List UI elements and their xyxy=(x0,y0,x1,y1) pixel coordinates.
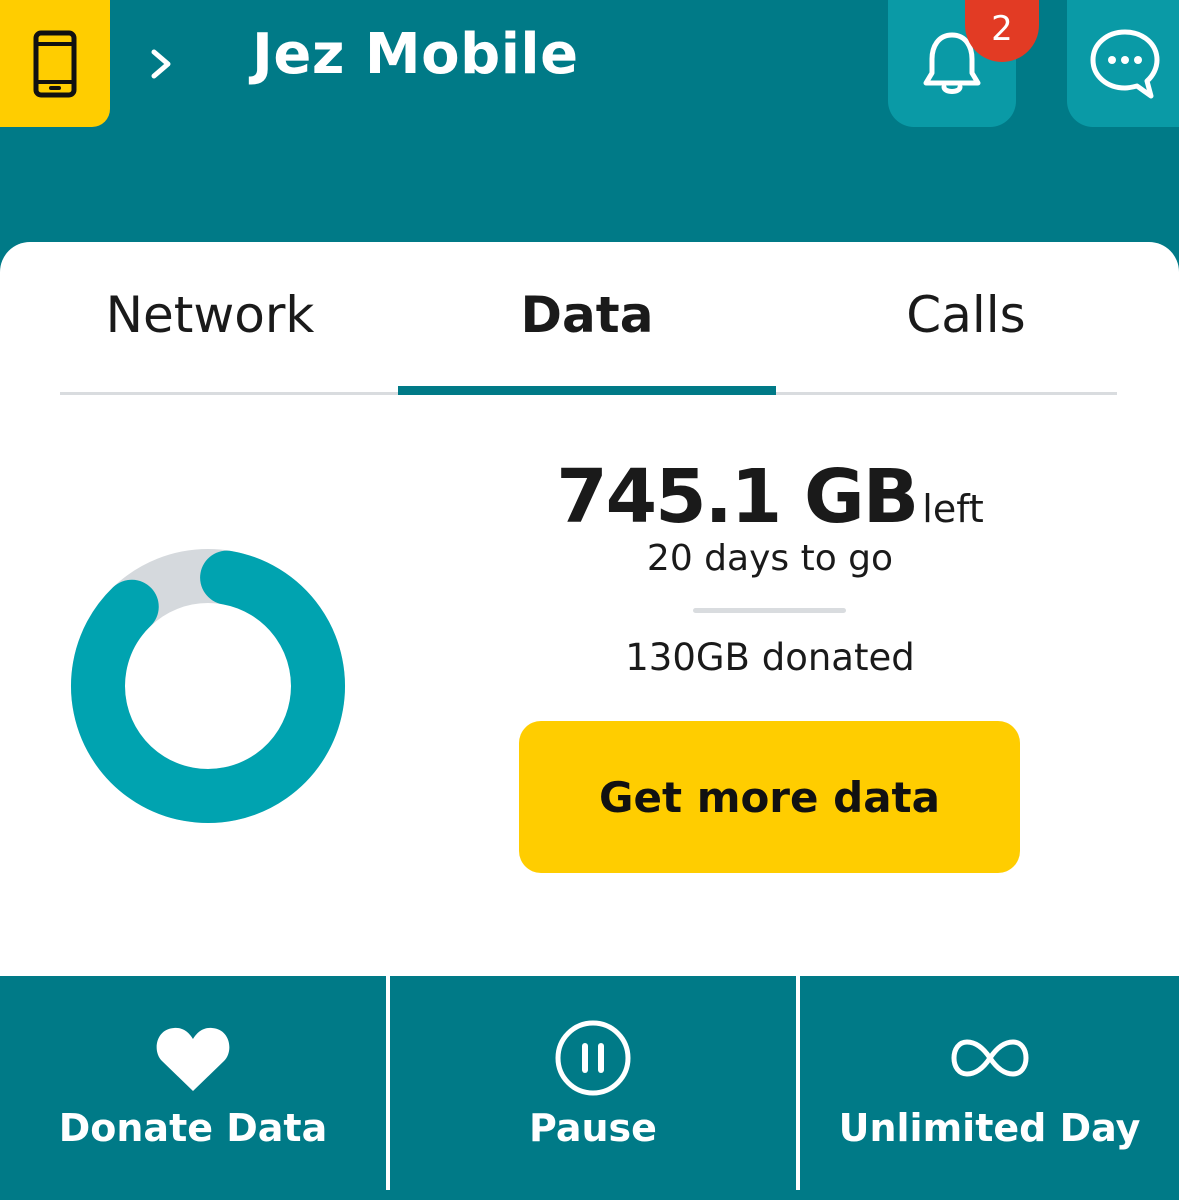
unlimited-day-label: Unlimited Day xyxy=(838,1106,1141,1150)
chat-bubble-icon xyxy=(1090,29,1160,98)
data-remaining-suffix: left xyxy=(922,487,984,531)
heart-icon xyxy=(156,1027,230,1091)
phone-icon xyxy=(33,30,77,97)
pause-button[interactable]: Pause xyxy=(386,976,796,1190)
tab-calls[interactable]: Calls xyxy=(776,286,1156,344)
data-usage-ring xyxy=(71,549,345,823)
data-remaining: 745.1 GB left xyxy=(500,454,1040,540)
pause-label: Pause xyxy=(529,1106,657,1150)
tab-data[interactable]: Data xyxy=(398,286,776,344)
tab-bar: Network Data Calls xyxy=(0,242,1179,395)
divider xyxy=(693,608,846,613)
account-name: Jez Mobile xyxy=(252,22,579,87)
quick-actions: Donate Data Pause Unlimited Day xyxy=(0,976,1179,1200)
donate-data-button[interactable]: Donate Data xyxy=(0,976,386,1190)
infinity-icon xyxy=(950,1039,1029,1077)
data-remaining-amount: 745.1 GB xyxy=(556,454,919,540)
chat-button[interactable] xyxy=(1067,0,1179,127)
days-remaining: 20 days to go xyxy=(646,538,894,579)
get-more-data-button[interactable]: Get more data xyxy=(519,721,1020,873)
pause-icon xyxy=(555,1020,631,1096)
tab-active-indicator xyxy=(398,386,776,395)
donate-data-label: Donate Data xyxy=(58,1106,328,1150)
chevron-right-icon[interactable] xyxy=(148,44,176,84)
donated-amount: 130GB donated xyxy=(625,636,915,679)
device-switch-button[interactable] xyxy=(0,0,110,127)
unlimited-day-button[interactable]: Unlimited Day xyxy=(796,976,1179,1190)
tab-network[interactable]: Network xyxy=(60,286,360,344)
